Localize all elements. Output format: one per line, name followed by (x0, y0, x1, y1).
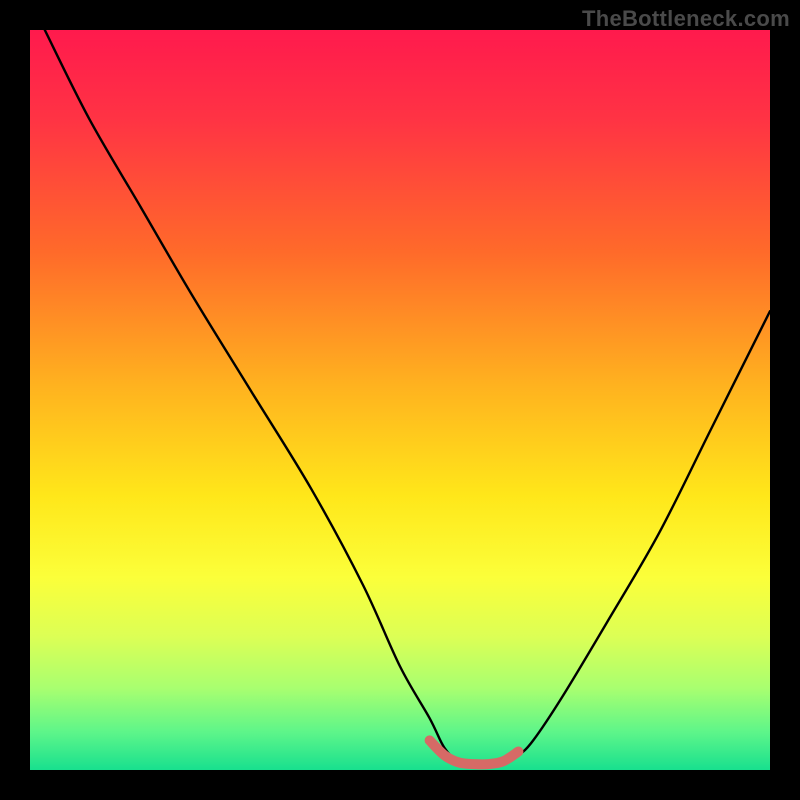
chart-svg (30, 30, 770, 770)
chart-frame: TheBottleneck.com (0, 0, 800, 800)
bottleneck-curve-path (45, 30, 770, 767)
watermark-text: TheBottleneck.com (582, 6, 790, 32)
plot-area (30, 30, 770, 770)
